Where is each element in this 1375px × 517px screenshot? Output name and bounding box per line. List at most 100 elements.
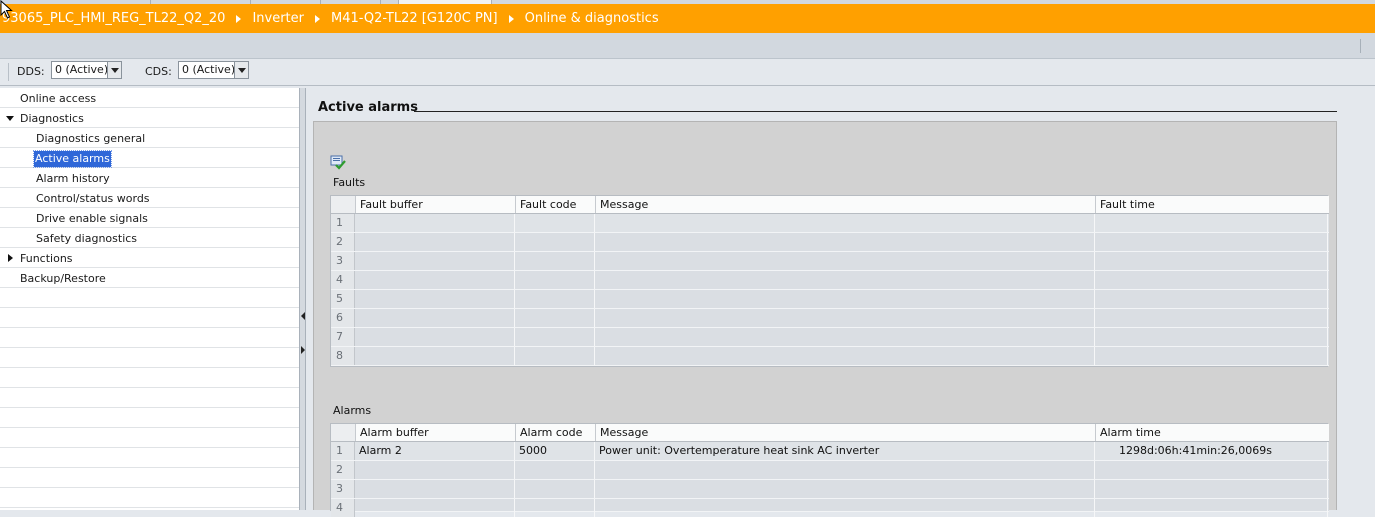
fault-time-cell[interactable] <box>1095 309 1328 327</box>
nav-row: Active alarms <box>0 148 299 168</box>
nav-row-empty <box>0 488 299 508</box>
collapse-left-icon[interactable] <box>301 312 305 320</box>
fault-code-cell[interactable] <box>515 290 595 308</box>
fault-time-cell[interactable] <box>1095 214 1328 232</box>
table-row[interactable]: 4 <box>331 271 1329 290</box>
alarm-time-cell[interactable] <box>1095 499 1328 517</box>
table-row[interactable]: 3 <box>331 480 1329 499</box>
fault-time-cell[interactable] <box>1095 252 1328 270</box>
fault-buffer-cell[interactable] <box>355 214 515 232</box>
fault-time-cell[interactable] <box>1095 328 1328 346</box>
table-row[interactable]: 6 <box>331 309 1329 328</box>
nav-item-diagnostics-general[interactable]: Diagnostics general <box>35 131 146 147</box>
chevron-down-icon[interactable] <box>234 62 248 78</box>
table-row[interactable]: 1 Alarm 2 5000 Power unit: Overtemperatu… <box>331 442 1329 461</box>
fault-code-cell[interactable] <box>515 252 595 270</box>
fault-message-cell[interactable] <box>595 290 1095 308</box>
expand-functions-icon[interactable] <box>8 254 13 262</box>
fault-code-cell[interactable] <box>515 309 595 327</box>
row-number: 4 <box>331 271 355 289</box>
fault-buffer-cell[interactable] <box>355 290 515 308</box>
fault-time-cell[interactable] <box>1095 347 1328 365</box>
nav-item-online-access[interactable]: Online access <box>19 91 97 107</box>
column-header[interactable]: Alarm code <box>515 424 595 441</box>
fault-message-cell[interactable] <box>595 271 1095 289</box>
table-row[interactable]: 2 <box>331 233 1329 252</box>
fault-time-cell[interactable] <box>1095 233 1328 251</box>
fault-buffer-cell[interactable] <box>355 328 515 346</box>
table-row[interactable]: 2 <box>331 461 1329 480</box>
alarm-buffer-cell[interactable] <box>355 499 515 517</box>
alarm-time-cell[interactable]: 1298d:06h:41min:26,0069s <box>1095 442 1328 460</box>
cds-select[interactable]: 0 (Active) <box>178 61 249 79</box>
breadcrumb: 93065_PLC_HMI_REG_TL22_Q2_20 Inverter M4… <box>0 4 1375 33</box>
fault-code-cell[interactable] <box>515 347 595 365</box>
fault-message-cell[interactable] <box>595 252 1095 270</box>
chevron-down-icon[interactable] <box>107 62 121 78</box>
fault-code-cell[interactable] <box>515 233 595 251</box>
column-header[interactable]: Alarm time <box>1095 424 1328 441</box>
nav-item-backup-restore[interactable]: Backup/Restore <box>19 271 107 287</box>
nav-item-diagnostics[interactable]: Diagnostics <box>19 111 85 127</box>
alarm-code-cell[interactable]: 5000 <box>515 442 595 460</box>
nav-item-functions[interactable]: Functions <box>19 251 74 267</box>
nav-item-control-status-words[interactable]: Control/status words <box>35 191 151 207</box>
column-header[interactable]: Message <box>595 196 1095 213</box>
table-row[interactable]: 7 <box>331 328 1329 347</box>
alarm-code-cell[interactable] <box>515 499 595 517</box>
fault-message-cell[interactable] <box>595 309 1095 327</box>
table-row[interactable]: 1 <box>331 214 1329 233</box>
row-number: 6 <box>331 309 355 327</box>
table-row[interactable]: 8 <box>331 347 1329 366</box>
column-header[interactable]: Fault code <box>515 196 595 213</box>
nav-item-safety-diagnostics[interactable]: Safety diagnostics <box>35 231 138 247</box>
fault-time-cell[interactable] <box>1095 290 1328 308</box>
column-header[interactable]: Fault time <box>1095 196 1328 213</box>
fault-code-cell[interactable] <box>515 214 595 232</box>
fault-message-cell[interactable] <box>595 214 1095 232</box>
fault-buffer-cell[interactable] <box>355 347 515 365</box>
breadcrumb-item-project[interactable]: 93065_PLC_HMI_REG_TL22_Q2_20 <box>2 11 225 26</box>
alarm-buffer-cell[interactable] <box>355 461 515 479</box>
fault-time-cell[interactable] <box>1095 271 1328 289</box>
alarm-time-cell[interactable] <box>1095 461 1328 479</box>
alarm-message-cell[interactable] <box>595 461 1095 479</box>
alarm-code-cell[interactable] <box>515 480 595 498</box>
fault-message-cell[interactable] <box>595 347 1095 365</box>
nav-item-alarm-history[interactable]: Alarm history <box>35 171 111 187</box>
alarm-buffer-cell[interactable]: Alarm 2 <box>355 442 515 460</box>
row-number: 2 <box>331 461 355 479</box>
fault-buffer-cell[interactable] <box>355 252 515 270</box>
row-number: 2 <box>331 233 355 251</box>
column-header[interactable]: Fault buffer <box>355 196 515 213</box>
grip-icon[interactable] <box>1360 39 1369 53</box>
fault-message-cell[interactable] <box>595 233 1095 251</box>
column-header[interactable]: Alarm buffer <box>355 424 515 441</box>
fault-buffer-cell[interactable] <box>355 309 515 327</box>
breadcrumb-item-device[interactable]: Inverter <box>252 11 304 26</box>
nav-item-active-alarms[interactable]: Active alarms <box>33 150 112 168</box>
alarm-message-cell[interactable]: Power unit: Overtemperature heat sink AC… <box>595 442 1095 460</box>
nav-item-drive-enable-signals[interactable]: Drive enable signals <box>35 211 149 227</box>
alarm-time-cell[interactable] <box>1095 480 1328 498</box>
refresh-icon[interactable] <box>330 154 346 170</box>
expand-diagnostics-icon[interactable] <box>6 116 14 121</box>
table-row[interactable]: 3 <box>331 252 1329 271</box>
dds-select[interactable]: 0 (Active) <box>51 61 122 79</box>
breadcrumb-item-drive[interactable]: M41-Q2-TL22 [G120C PN] <box>331 11 498 26</box>
fault-message-cell[interactable] <box>595 328 1095 346</box>
fault-buffer-cell[interactable] <box>355 271 515 289</box>
row-number: 5 <box>331 290 355 308</box>
column-header[interactable]: Message <box>595 424 1095 441</box>
alarm-message-cell[interactable] <box>595 480 1095 498</box>
fault-code-cell[interactable] <box>515 271 595 289</box>
table-row[interactable]: 4 <box>331 499 1329 517</box>
pane-splitter[interactable] <box>299 88 306 510</box>
alarm-code-cell[interactable] <box>515 461 595 479</box>
alarm-buffer-cell[interactable] <box>355 480 515 498</box>
alarm-message-cell[interactable] <box>595 499 1095 517</box>
fault-code-cell[interactable] <box>515 328 595 346</box>
fault-buffer-cell[interactable] <box>355 233 515 251</box>
expand-right-icon[interactable] <box>301 346 305 354</box>
table-row[interactable]: 5 <box>331 290 1329 309</box>
